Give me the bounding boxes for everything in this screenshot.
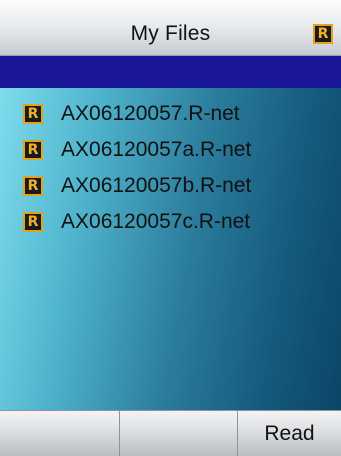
- left-softkey[interactable]: [0, 411, 120, 456]
- r-net-file-icon: R: [23, 212, 43, 232]
- page-title: My Files: [130, 22, 211, 45]
- file-list-panel: R AX06120057.R-net R AX06120057a.R-net R…: [0, 88, 341, 410]
- read-softkey[interactable]: Read: [238, 411, 341, 456]
- file-item[interactable]: R AX06120057c.R-net: [0, 208, 341, 236]
- r-net-file-icon: R: [23, 104, 43, 124]
- file-name: AX06120057c.R-net: [61, 210, 251, 233]
- center-softkey[interactable]: [120, 411, 238, 456]
- file-item[interactable]: R AX06120057.R-net: [0, 100, 341, 128]
- file-name: AX06120057b.R-net: [61, 174, 252, 197]
- file-item[interactable]: R AX06120057a.R-net: [0, 136, 341, 164]
- r-net-file-icon: R: [23, 176, 43, 196]
- r-net-icon: R: [313, 24, 333, 44]
- my-files-screen: My Files R R AX06120057.R-net R AX061200…: [0, 0, 341, 456]
- title-bar: My Files R: [0, 0, 341, 56]
- file-list: R AX06120057.R-net R AX06120057a.R-net R…: [0, 100, 341, 244]
- file-name: AX06120057a.R-net: [61, 138, 252, 161]
- r-net-file-icon: R: [23, 140, 43, 160]
- selection-highlight-bar: [0, 56, 341, 88]
- softkey-bar: Read: [0, 410, 341, 456]
- file-item[interactable]: R AX06120057b.R-net: [0, 172, 341, 200]
- file-name: AX06120057.R-net: [61, 102, 240, 125]
